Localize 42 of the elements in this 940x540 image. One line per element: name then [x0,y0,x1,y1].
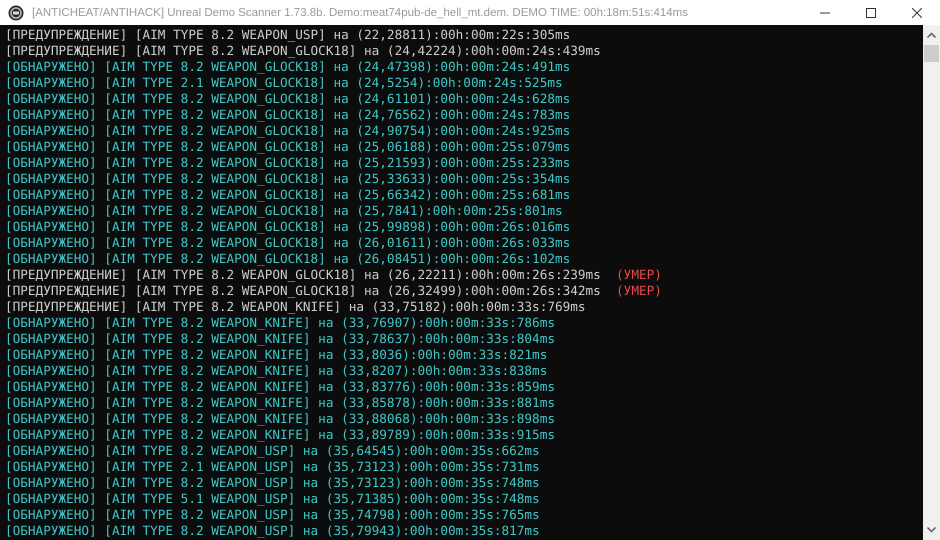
close-icon [912,8,922,18]
log-line: [ОБНАРУЖЕНО] [AIM TYPE 8.2 WEAPON_USP] на (35,73123):00h:00m:35s:748ms [5,475,540,490]
log-line: [ПРЕДУПРЕЖДЕНИЕ] [AIM TYPE 8.2 WEAPON_GLOCK18] на (26,32499):00h:00m:26s:342ms [5,283,601,298]
scroll-thumb[interactable] [924,45,939,62]
log-line: [ОБНАРУЖЕНО] [AIM TYPE 8.2 WEAPON_GLOCK18] на (25,99898):00h:00m:26s:016ms [5,219,570,234]
log-line: [ОБНАРУЖЕНО] [AIM TYPE 8.2 WEAPON_GLOCK18] на (26,08451):00h:00m:26s:102ms [5,251,570,266]
log-line: [ПРЕДУПРЕЖДЕНИЕ] [AIM TYPE 8.2 WEAPON_USP] на (22,28811):00h:00m:22s:305ms [5,27,570,42]
log-line: [ОБНАРУЖЕНО] [AIM TYPE 8.2 WEAPON_GLOCK18] на (25,21593):00h:00m:25s:233ms [5,155,570,170]
log-line: [ОБНАРУЖЕНО] [AIM TYPE 8.2 WEAPON_KNIFE] на (33,83776):00h:00m:33s:859ms [5,379,555,394]
log-line: [ОБНАРУЖЕНО] [AIM TYPE 8.2 WEAPON_GLOCK18] на (25,66342):00h:00m:25s:681ms [5,187,570,202]
log-line: [ОБНАРУЖЕНО] [AIM TYPE 8.2 WEAPON_KNIFE] на (33,89789):00h:00m:33s:915ms [5,427,555,442]
log-line: [ОБНАРУЖЕНО] [AIM TYPE 5.1 WEAPON_USP] на (35,71385):00h:00m:35s:748ms [5,491,540,506]
log-line: [ОБНАРУЖЕНО] [AIM TYPE 2.1 WEAPON_USP] на (35,73123):00h:00m:35s:731ms [5,459,540,474]
log-line: [ОБНАРУЖЕНО] [AIM TYPE 8.2 WEAPON_GLOCK18] на (24,76562):00h:00m:24s:783ms [5,107,570,122]
scroll-down-icon[interactable] [927,527,936,533]
log-line: [ОБНАРУЖЕНО] [AIM TYPE 8.2 WEAPON_USP] на (35,79943):00h:00m:35s:817ms [5,523,540,538]
log-line: [ОБНАРУЖЕНО] [AIM TYPE 8.2 WEAPON_USP] на (35,74798):00h:00m:35s:765ms [5,507,540,522]
window-title: [ANTICHEAT/ANTIHACK] Unreal Demo Scanner 1.73.8b. Demo:meat74pub-de_hell_mt.dem. DEMO TIME: 00h:18m:51s:414ms [32,6,688,18]
log-line: [ОБНАРУЖЕНО] [AIM TYPE 8.2 WEAPON_GLOCK18] на (24,90754):00h:00m:24s:925ms [5,123,570,138]
log-line: [ОБНАРУЖЕНО] [AIM TYPE 8.2 WEAPON_GLOCK18] на (24,47398):00h:00m:24s:491ms [5,59,570,74]
maximize-icon [866,8,876,18]
log-line: [ОБНАРУЖЕНО] [AIM TYPE 8.2 WEAPON_KNIFE] на (33,76907):00h:00m:33s:786ms [5,315,555,330]
log-line: [ОБНАРУЖЕНО] [AIM TYPE 8.2 WEAPON_GLOCK18] на (24,61101):00h:00m:24s:628ms [5,91,570,106]
log-line: [ОБНАРУЖЕНО] [AIM TYPE 8.2 WEAPON_KNIFE] на (33,78637):00h:00m:33s:804ms [5,331,555,346]
log-line: [ОБНАРУЖЕНО] [AIM TYPE 8.2 WEAPON_KNIFE] на (33,8036):00h:00m:33s:821ms [5,347,548,362]
log-line: [ОБНАРУЖЕНО] [AIM TYPE 8.2 WEAPON_KNIFE] на (33,88068):00h:00m:33s:898ms [5,411,555,426]
log-line: [ОБНАРУЖЕНО] [AIM TYPE 8.2 WEAPON_KNIFE] на (33,85878):00h:00m:33s:881ms [5,395,555,410]
log-line: [ОБНАРУЖЕНО] [AIM TYPE 8.2 WEAPON_GLOCK18] на (25,33633):00h:00m:25s:354ms [5,171,570,186]
log-line: [ОБНАРУЖЕНО] [AIM TYPE 8.2 WEAPON_KNIFE] на (33,8207):00h:00m:33s:838ms [5,363,548,378]
log-line: [ПРЕДУПРЕЖДЕНИЕ] [AIM TYPE 8.2 WEAPON_GLOCK18] на (26,22211):00h:00m:26s:239ms [5,267,601,282]
log-line: [ОБНАРУЖЕНО] [AIM TYPE 8.2 WEAPON_GLOCK18] на (26,01611):00h:00m:26s:033ms [5,235,570,250]
scroll-up-icon[interactable] [927,32,936,38]
log-note: (УМЕР) [616,267,662,282]
log-note: (УМЕР) [616,283,662,298]
app-icon [8,4,24,20]
log-line: [ПРЕДУПРЕЖДЕНИЕ] [AIM TYPE 8.2 WEAPON_KNIFE] на (33,75182):00h:00m:33s:769ms [5,299,586,314]
log-line: [ОБНАРУЖЕНО] [AIM TYPE 8.2 WEAPON_USP] на (35,64545):00h:00m:35s:662ms [5,443,540,458]
log-line: [ОБНАРУЖЕНО] [AIM TYPE 2.1 WEAPON_GLOCK18] на (24,5254):00h:00m:24s:525ms [5,75,563,90]
log-line: [ПРЕДУПРЕЖДЕНИЕ] [AIM TYPE 8.2 WEAPON_GLOCK18] на (24,42224):00h:00m:24s:439ms [5,43,601,58]
log-line: [ОБНАРУЖЕНО] [AIM TYPE 8.2 WEAPON_GLOCK18] на (25,7841):00h:00m:25s:801ms [5,203,563,218]
log-line: [ОБНАРУЖЕНО] [AIM TYPE 8.2 WEAPON_GLOCK18] на (25,06188):00h:00m:25s:079ms [5,139,570,154]
scrollbar[interactable] [923,25,940,540]
